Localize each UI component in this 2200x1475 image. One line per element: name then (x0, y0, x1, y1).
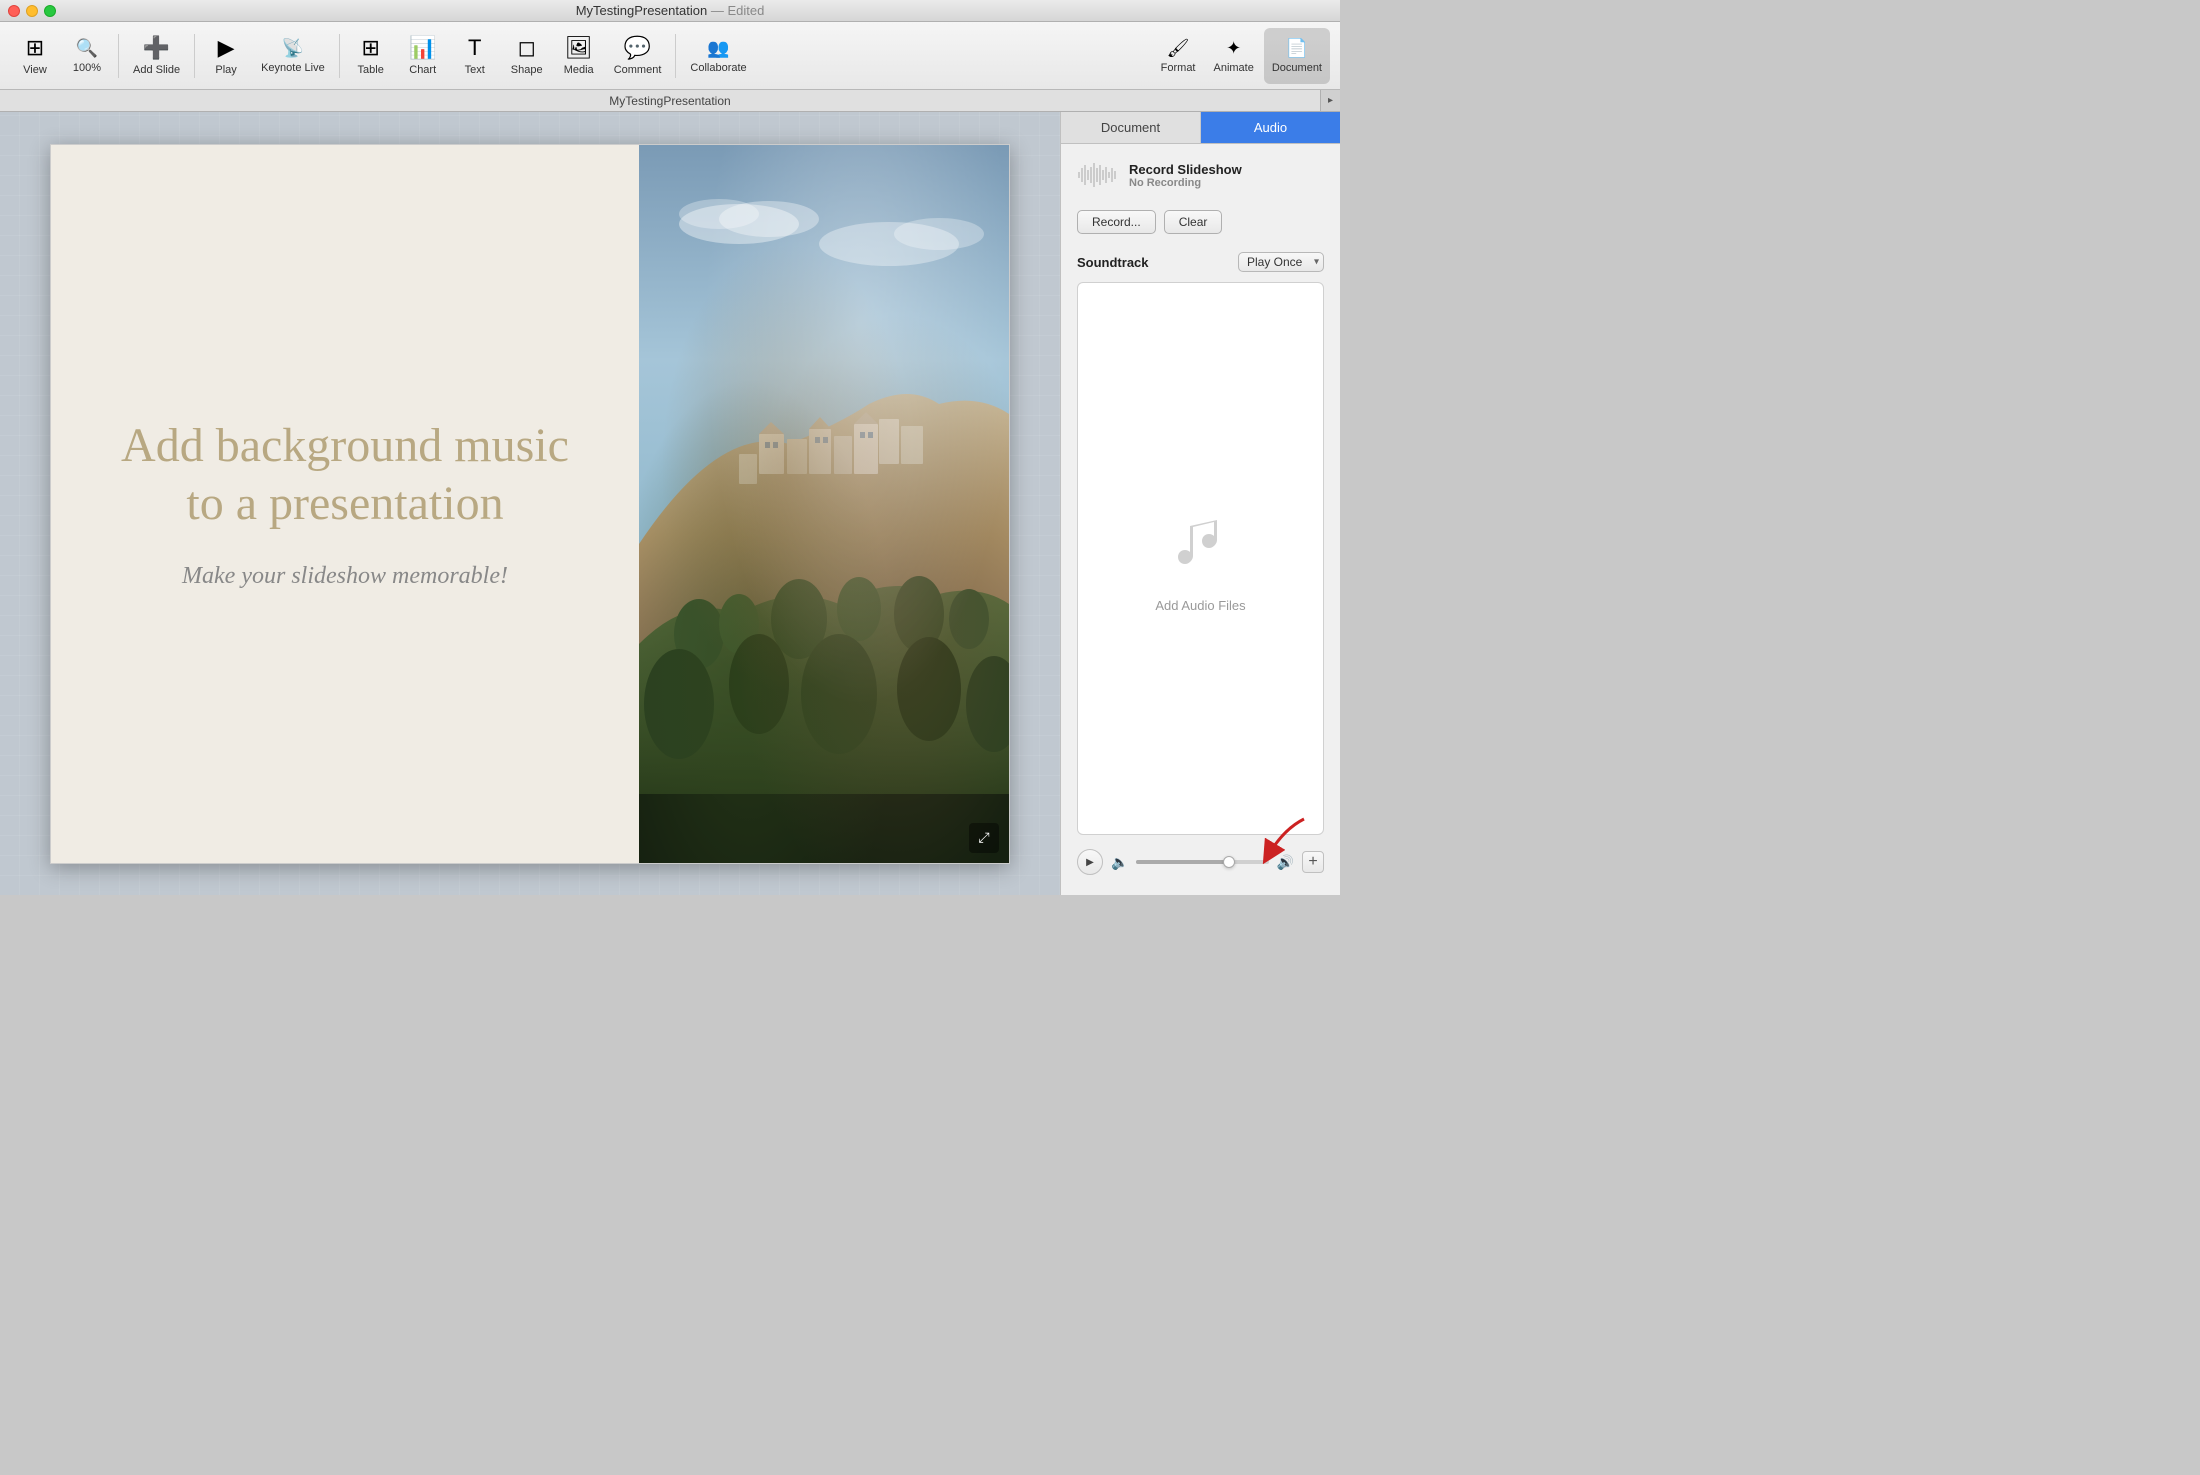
slide-image-container: ⤢ (639, 145, 1009, 863)
volume-low-icon: 🔈 (1111, 854, 1128, 871)
comment-icon: 💬 (624, 35, 651, 61)
playback-bar: ▶ 🔈 🔊 + (1077, 845, 1324, 879)
record-info: Record Slideshow No Recording (1129, 162, 1324, 189)
zoom-button[interactable]: 🔍 100% (62, 28, 112, 84)
main-content: Add background music to a presentation M… (0, 112, 1340, 895)
slide-left: Add background music to a presentation M… (51, 145, 639, 863)
traffic-lights[interactable] (8, 5, 56, 17)
toolbar-separator-1 (118, 34, 119, 78)
add-slide-label: Add Slide (133, 64, 180, 76)
document-label: Document (1272, 62, 1322, 74)
volume-slider-thumb[interactable] (1223, 856, 1235, 868)
table-label: Table (358, 64, 384, 76)
shape-button[interactable]: ◻ Shape (502, 28, 552, 84)
soundtrack-select[interactable]: Play Once (1238, 252, 1324, 272)
document-icon: 📄 (1286, 38, 1308, 59)
text-label: Text (465, 64, 485, 76)
doc-tab-bar: MyTestingPresentation ▸ (0, 90, 1340, 112)
clear-button[interactable]: Clear (1164, 210, 1223, 234)
comment-button[interactable]: 💬 Comment (606, 28, 670, 84)
play-audio-button[interactable]: ▶ (1077, 849, 1103, 875)
tab-scroll-arrow[interactable]: ▸ (1320, 90, 1340, 111)
toolbar-separator-2 (194, 34, 195, 78)
music-note-icon (1171, 504, 1231, 588)
record-section-header: Record Slideshow No Recording (1077, 160, 1324, 200)
view-button[interactable]: ⊞ View (10, 28, 60, 84)
chart-label: Chart (409, 64, 436, 76)
tab-document[interactable]: Document (1061, 112, 1201, 143)
slide-subtitle: Make your slideshow memorable! (101, 563, 589, 590)
document-button[interactable]: 📄 Document (1264, 28, 1330, 84)
audio-files-label: Add Audio Files (1155, 598, 1245, 613)
slide-title: Add background music to a presentation (101, 417, 589, 532)
soundtrack-select-wrap[interactable]: Play Once (1238, 252, 1324, 272)
close-button[interactable] (8, 5, 20, 17)
slide-area[interactable]: Add background music to a presentation M… (0, 112, 1060, 895)
add-slide-button[interactable]: ➕ Add Slide (125, 28, 188, 84)
zoom-icon: 🔍 (76, 38, 98, 59)
add-audio-button[interactable]: + (1302, 851, 1324, 873)
view-label: View (23, 64, 47, 76)
play-label: Play (215, 64, 236, 76)
shape-icon: ◻ (518, 35, 536, 61)
window-title: MyTestingPresentation — Edited (576, 3, 765, 18)
toolbar-separator-4 (675, 34, 676, 78)
tab-audio[interactable]: Audio (1201, 112, 1340, 143)
format-label: Format (1161, 62, 1196, 74)
doc-tab-name: MyTestingPresentation (609, 94, 730, 108)
toolbar-right: 🖌 Format ✦ Animate 📄 Document (1153, 28, 1330, 84)
soundtrack-label: Soundtrack (1077, 255, 1149, 270)
text-icon: T (468, 35, 481, 61)
collaborate-label: Collaborate (690, 62, 746, 74)
add-slide-icon: ➕ (143, 35, 170, 61)
volume-slider[interactable] (1136, 860, 1268, 864)
expand-icon[interactable]: ⤢ (969, 823, 999, 853)
title-bar: MyTestingPresentation — Edited (0, 0, 1340, 22)
view-icon: ⊞ (26, 35, 44, 61)
right-panel: Document Audio (1060, 112, 1340, 895)
waveform-icon (1077, 160, 1119, 190)
soundtrack-header: Soundtrack Play Once (1077, 252, 1324, 272)
keynote-live-icon: 📡 (282, 38, 304, 59)
record-buttons: Record... Clear (1077, 210, 1324, 234)
volume-slider-fill (1136, 860, 1228, 864)
record-button[interactable]: Record... (1077, 210, 1156, 234)
record-title: Record Slideshow (1129, 162, 1324, 177)
media-button[interactable]: 🖼 Media (554, 28, 604, 84)
table-icon: ⊞ (361, 35, 379, 61)
table-button[interactable]: ⊞ Table (346, 28, 396, 84)
record-status: No Recording (1129, 177, 1324, 189)
animate-button[interactable]: ✦ Animate (1206, 28, 1262, 84)
collaborate-button[interactable]: 👥 Collaborate (682, 28, 754, 84)
collaborate-icon: 👥 (707, 38, 729, 59)
format-icon: 🖌 (1167, 38, 1190, 59)
audio-files-area: Add Audio Files (1077, 282, 1324, 835)
animate-label: Animate (1214, 62, 1254, 74)
play-button[interactable]: ▶ Play (201, 28, 251, 84)
maximize-button[interactable] (44, 5, 56, 17)
shape-label: Shape (511, 64, 543, 76)
text-button[interactable]: T Text (450, 28, 500, 84)
media-icon: 🖼 (565, 35, 593, 61)
keynote-live-label: Keynote Live (261, 62, 325, 74)
panel-content: Record Slideshow No Recording Record... … (1061, 144, 1340, 895)
slide-image (639, 145, 1009, 863)
chart-button[interactable]: 📊 Chart (398, 28, 448, 84)
media-label: Media (564, 64, 594, 76)
format-button[interactable]: 🖌 Format (1153, 28, 1204, 84)
record-section: Record Slideshow No Recording (1077, 160, 1324, 190)
zoom-label: 100% (73, 62, 101, 74)
toolbar-separator-3 (339, 34, 340, 78)
play-icon: ▶ (218, 35, 235, 61)
chart-icon: 📊 (409, 35, 436, 61)
slide-image-svg (639, 145, 1009, 863)
panel-tabs: Document Audio (1061, 112, 1340, 144)
minimize-button[interactable] (26, 5, 38, 17)
toolbar: ⊞ View 🔍 100% ➕ Add Slide ▶ Play 📡 Keyno… (0, 22, 1340, 90)
slide[interactable]: Add background music to a presentation M… (50, 144, 1010, 864)
keynote-live-button[interactable]: 📡 Keynote Live (253, 28, 333, 84)
comment-label: Comment (614, 64, 662, 76)
volume-high-icon: 🔊 (1277, 854, 1294, 871)
animate-icon: ✦ (1226, 38, 1241, 59)
